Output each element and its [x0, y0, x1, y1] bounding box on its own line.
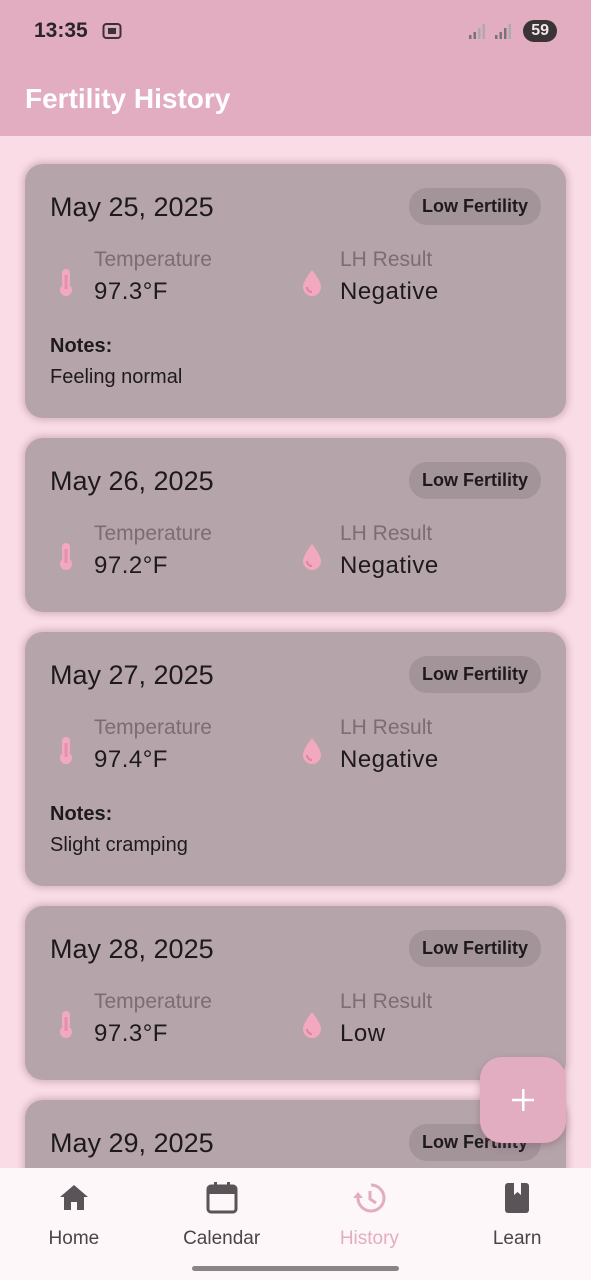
drop-icon	[303, 544, 321, 570]
history-card[interactable]: May 28, 2025 Low Fertility Temperature 9…	[25, 906, 566, 1080]
lh-metric: LH Result Low	[299, 990, 432, 1048]
history-icon	[353, 1183, 386, 1213]
temperature-metric: Temperature 97.3°F	[53, 248, 212, 306]
temperature-value: 97.3°F	[94, 278, 168, 305]
thermometer-icon	[60, 737, 72, 764]
temperature-value: 97.3°F	[94, 1020, 168, 1047]
bottom-nav: Home Calendar History Learn	[0, 1168, 591, 1280]
fertility-badge: Low Fertility	[408, 930, 541, 967]
thermometer-icon	[60, 1011, 72, 1038]
entry-date: May 28, 2025	[50, 934, 214, 964]
entry-date: May 27, 2025	[50, 660, 214, 690]
thermometer-icon	[60, 269, 72, 296]
entry-date: May 25, 2025	[50, 192, 214, 222]
calendar-icon	[206, 1182, 238, 1214]
status-time: 13:35	[34, 19, 88, 42]
temperature-label: Temperature	[94, 248, 212, 271]
temperature-label: Temperature	[94, 522, 212, 545]
lh-label: LH Result	[340, 248, 433, 271]
temperature-metric: Temperature 97.2°F	[53, 522, 212, 580]
lh-label: LH Result	[340, 522, 433, 545]
lh-value: Low	[340, 1020, 386, 1047]
lh-value: Negative	[340, 746, 439, 773]
lh-metric: LH Result Negative	[299, 522, 439, 580]
drop-icon	[303, 738, 321, 764]
notes-label: Notes:	[50, 803, 113, 825]
history-card[interactable]: May 27, 2025 Low Fertility Temperature 9…	[25, 632, 566, 886]
screenshot-icon	[102, 22, 122, 40]
drop-icon	[303, 270, 321, 296]
nav-calendar[interactable]: Calendar	[148, 1168, 296, 1280]
add-entry-button[interactable]	[480, 1057, 566, 1143]
signal-icon	[495, 24, 512, 39]
temperature-value: 97.2°F	[94, 552, 168, 579]
battery-indicator: 59	[523, 20, 557, 42]
home-icon	[59, 1185, 88, 1210]
nav-label: History	[339, 1228, 399, 1249]
temperature-value: 97.4°F	[94, 746, 168, 773]
status-icons: 59	[467, 20, 557, 42]
book-icon	[505, 1183, 530, 1213]
entry-date: May 29, 2025	[50, 1128, 214, 1158]
thermometer-icon	[60, 543, 72, 570]
app-bar: Fertility History	[0, 62, 591, 136]
home-indicator[interactable]	[192, 1266, 399, 1271]
page-title: Fertility History	[25, 83, 231, 114]
temperature-metric: Temperature 97.4°F	[53, 716, 212, 774]
nav-label: Calendar	[183, 1228, 261, 1249]
status-bar: 13:35 59	[0, 0, 591, 62]
signal-icon	[469, 24, 486, 39]
temperature-metric: Temperature 97.3°F	[53, 990, 212, 1048]
history-list[interactable]: May 25, 2025 Low Fertility Temperature 9…	[0, 136, 591, 1168]
notes-value: Feeling normal	[50, 366, 183, 388]
lh-label: LH Result	[340, 716, 433, 739]
temperature-label: Temperature	[94, 716, 212, 739]
fertility-badge: Low Fertility	[408, 656, 541, 693]
nav-history[interactable]: History	[296, 1168, 444, 1280]
lh-value: Negative	[340, 278, 439, 305]
lh-metric: LH Result Negative	[299, 248, 439, 306]
temperature-label: Temperature	[94, 990, 212, 1013]
lh-value: Negative	[340, 552, 439, 579]
history-card[interactable]: May 26, 2025 Low Fertility Temperature 9…	[25, 438, 566, 612]
drop-icon	[303, 1012, 321, 1038]
entry-date: May 26, 2025	[50, 466, 214, 496]
fertility-badge: Low Fertility	[408, 188, 541, 225]
lh-metric: LH Result Negative	[299, 716, 439, 774]
nav-label: Learn	[492, 1228, 542, 1249]
nav-learn[interactable]: Learn	[443, 1168, 591, 1280]
nav-home[interactable]: Home	[0, 1168, 148, 1280]
notes-label: Notes:	[50, 335, 113, 357]
lh-label: LH Result	[340, 990, 433, 1013]
notes-value: Slight cramping	[50, 834, 188, 856]
nav-label: Home	[48, 1228, 100, 1249]
fertility-badge: Low Fertility	[408, 462, 541, 499]
plus-icon	[512, 1089, 534, 1111]
history-card[interactable]: May 25, 2025 Low Fertility Temperature 9…	[25, 164, 566, 418]
